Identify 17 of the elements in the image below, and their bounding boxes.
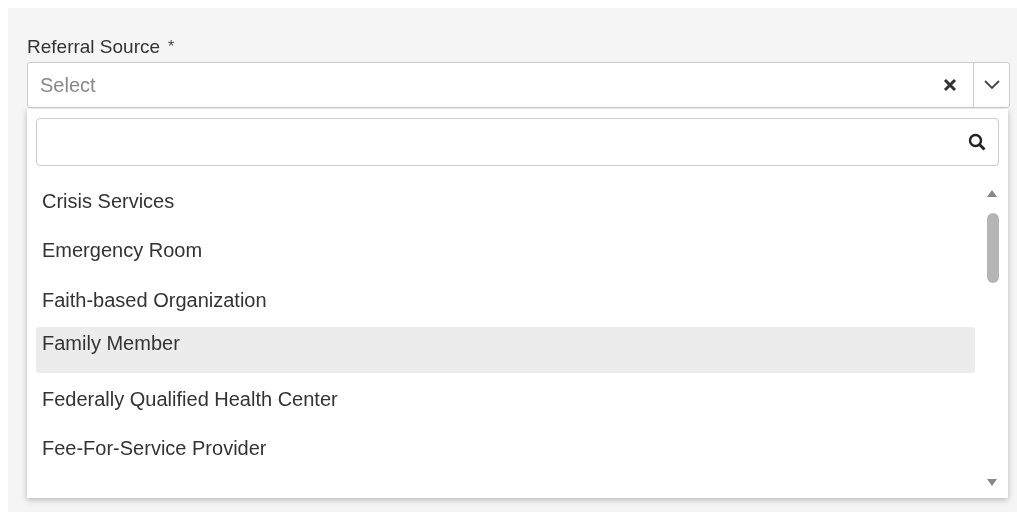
option-item[interactable]: Fee-For-Service Provider (36, 425, 975, 472)
option-item[interactable]: Emergency Room (36, 227, 975, 274)
clear-icon[interactable] (943, 78, 957, 92)
option-item[interactable]: Faith-based Organization (36, 277, 975, 323)
option-item[interactable]: Crisis Services (36, 178, 975, 224)
option-item[interactable]: Family Member (36, 326, 975, 373)
chevron-down-icon (983, 80, 1000, 90)
scroll-down-icon[interactable] (987, 479, 997, 486)
select-placeholder: Select (40, 73, 96, 97)
search-field[interactable] (36, 118, 999, 166)
select-field[interactable]: Select (27, 62, 1010, 108)
scroll-thumb[interactable] (987, 213, 999, 283)
field-label: Referral Source (27, 36, 161, 58)
required-mark: * (168, 38, 175, 56)
scroll-up-icon[interactable] (987, 190, 997, 197)
search-icon (968, 133, 986, 151)
option-item[interactable]: Federally Qualified Health Center (36, 376, 975, 422)
